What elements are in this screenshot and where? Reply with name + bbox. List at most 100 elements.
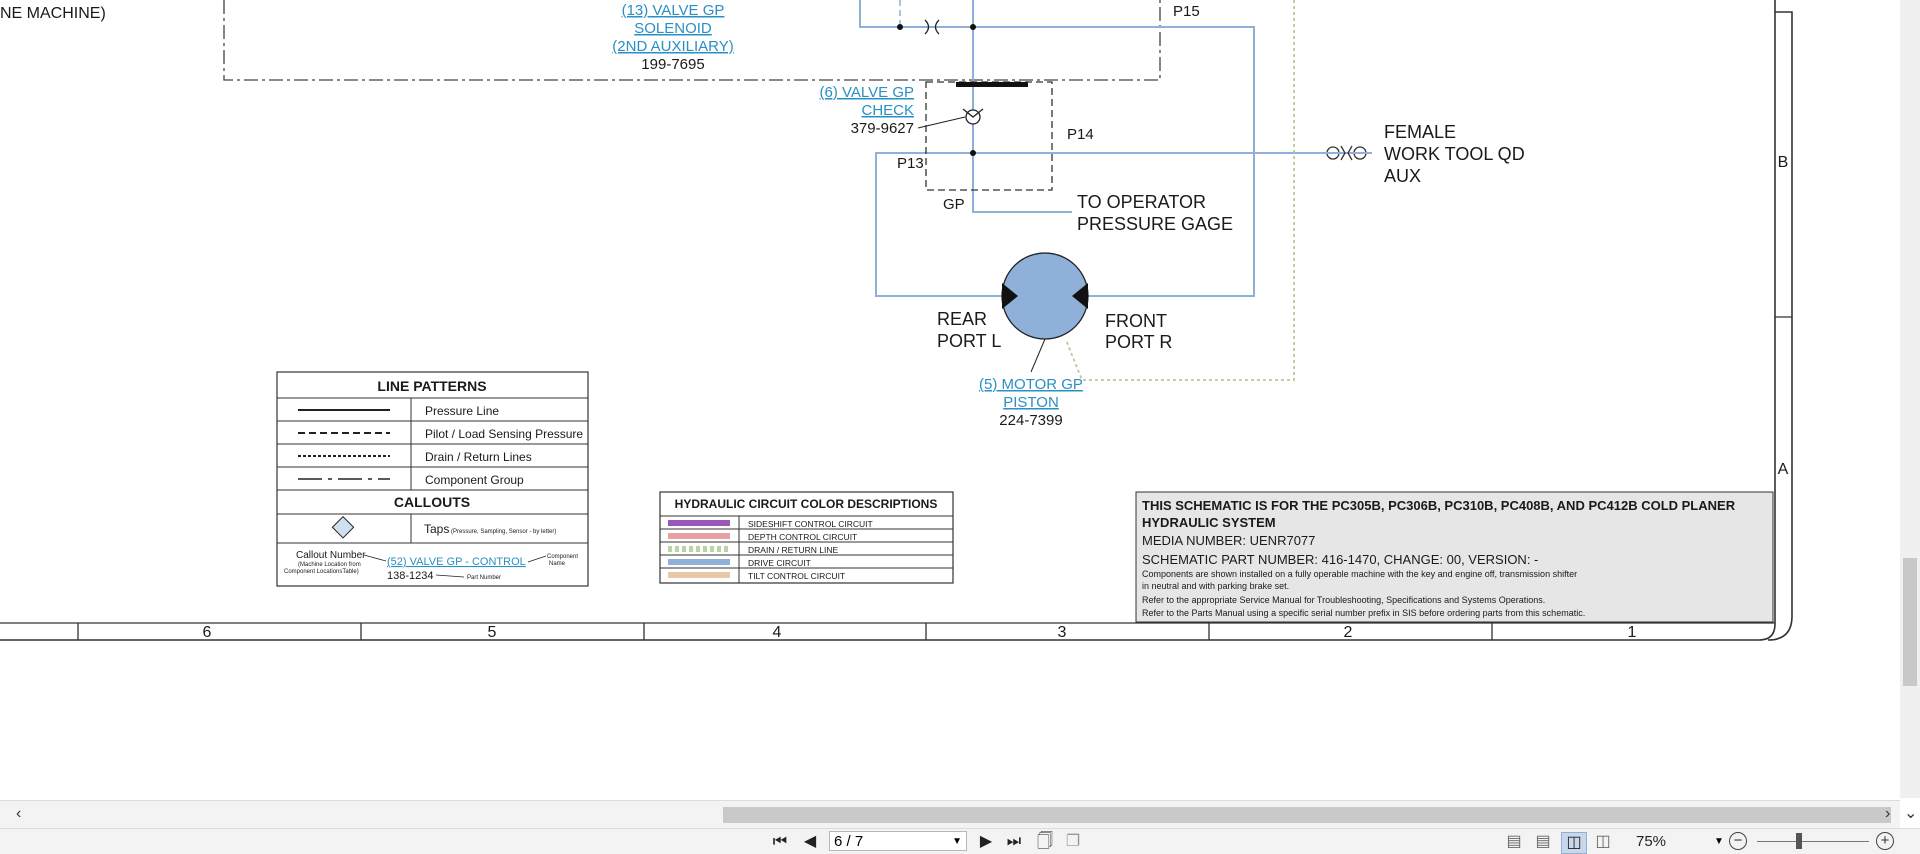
valve-check-part-number: 379-9627 [851,120,914,137]
first-page-icon[interactable]: ⏮ [770,832,790,852]
zone-letter-b: B [1778,154,1789,171]
copy-page-icon[interactable]: ❐ [1062,832,1084,852]
callout-number-note-2: Component LocationsTable) [284,569,359,575]
taps-label: Taps [424,522,449,536]
zoom-slider[interactable] [1757,841,1869,842]
pattern-component-group: Component Group [425,473,524,487]
check-valve-leader [917,116,966,129]
scroll-right-icon[interactable]: › [1885,806,1890,822]
previous-page-icon[interactable]: ◀ [800,832,820,852]
title-note-3: Refer to the appropriate Service Manual … [1142,595,1545,605]
page-number-field[interactable]: 6 / 7 ▼ [829,831,967,851]
two-page-view-icon[interactable]: ◫ [1561,832,1587,854]
vertical-scrollbar[interactable] [1900,0,1920,798]
motor-piston-link-2[interactable]: PISTON [1003,394,1059,411]
motor-piston-part-number: 224-7399 [999,412,1062,429]
callout-number-label: Callout Number [296,550,366,561]
last-page-icon[interactable]: ⏭ [1004,832,1024,852]
part-number-note: Part Number [467,575,501,581]
grid-number-6: 6 [203,624,212,641]
junction-dot [897,24,903,30]
front-port-label-2: PORT R [1105,332,1172,352]
line-patterns-title: LINE PATTERNS [377,378,486,394]
color-row-drive: DRIVE CIRCUIT [748,558,811,568]
port-p13: P13 [897,155,924,172]
horizontal-scroll-thumb[interactable] [723,807,1891,823]
swatch-sideshift [668,520,730,526]
drain-return-line [1065,0,1295,381]
female-qd-label-1: FEMALE [1384,122,1456,142]
grid-number-4: 4 [773,624,782,641]
port-gp: GP [943,196,965,213]
valve-block-top [956,82,1028,87]
save-page-icon[interactable]: 🗍 [1034,832,1056,852]
title-note-1: Components are shown installed on a full… [1142,569,1577,579]
valve-solenoid-link-1[interactable]: (13) VALVE GP [622,2,725,19]
rear-port-label-2: PORT L [937,331,1001,351]
rear-port-label-1: REAR [937,309,987,329]
female-qd-label-3: AUX [1384,166,1421,186]
piston-motor-icon [1001,252,1089,340]
color-row-depth: DEPTH CONTROL CIRCUIT [748,532,857,542]
color-row-tilt: TILT CONTROL CIRCUIT [748,571,845,581]
zone-letter-a: A [1778,461,1789,478]
zoom-slider-handle[interactable] [1796,833,1802,849]
grid-number-3: 3 [1058,624,1067,641]
next-page-icon[interactable]: ▶ [976,832,996,852]
title-note-4: Refer to the Parts Manual using a specif… [1142,608,1585,618]
valve-solenoid-part-number: 199-7695 [641,56,704,73]
pattern-pressure-line: Pressure Line [425,404,499,418]
pattern-pilot-line: Pilot / Load Sensing Pressure [425,427,583,441]
grid-number-2: 2 [1344,624,1353,641]
component-name-note-1: Component [547,554,578,560]
zoom-level[interactable]: 75% [1636,832,1666,852]
page-indicator: 6 / 7 [834,833,864,850]
color-row-drain: DRAIN / RETURN LINE [748,545,839,555]
example-callout-link[interactable]: (52) VALVE GP - CONTROL [387,556,526,568]
zoom-dropdown-icon[interactable]: ▼ [1714,832,1724,852]
title-block-heading: THIS SCHEMATIC IS FOR THE PC305B, PC306B… [1142,498,1736,513]
component-name-note-2: Name [549,561,566,567]
operator-gage-label-1: TO OPERATOR [1077,192,1206,212]
female-qd-label-2: WORK TOOL QD [1384,144,1525,164]
swatch-depth [668,533,730,539]
grid-dividers [77,623,1493,640]
callouts-title: CALLOUTS [394,494,470,510]
single-page-view-icon[interactable]: ▤ [1504,832,1524,852]
front-port-label-1: FRONT [1105,311,1167,331]
chevron-down-icon[interactable]: ▼ [952,832,962,852]
valve-solenoid-link-2[interactable]: SOLENOID [634,20,712,37]
motor-leader [1030,338,1046,373]
scroll-left-icon[interactable]: ‹ [16,806,21,822]
top-left-label: NE MACHINE) [0,5,106,22]
viewer-toolbar: ⏮ ◀ 6 / 7 ▼ ▶ ⏭ 🗍 ❐ ▤ ▤ ◫ ◫ 75% ▼ − + [0,828,1920,854]
motor-piston-link-1[interactable]: (5) MOTOR GP [979,376,1083,393]
schematic-part-number: SCHEMATIC PART NUMBER: 416-1470, CHANGE:… [1142,552,1538,567]
document-viewport[interactable]: NE MACHINE) (13) VALVE GP SOLENOID (2ND … [0,0,1900,798]
swatch-tilt [668,572,730,578]
port-p14: P14 [1067,126,1094,143]
two-page-continuous-icon[interactable]: ◫ [1592,832,1614,852]
operator-gage-label-2: PRESSURE GAGE [1077,214,1233,234]
horizontal-scrollbar[interactable]: ‹ › ⌄ [0,800,1917,829]
color-row-sideshift: SIDESHIFT CONTROL CIRCUIT [748,519,873,529]
quick-disconnect-icon [1325,145,1372,161]
junction-dot [970,24,976,30]
vertical-scroll-thumb[interactable] [1903,558,1917,686]
zoom-out-icon[interactable]: − [1729,832,1747,850]
continuous-view-icon[interactable]: ▤ [1533,832,1553,852]
valve-solenoid-link-3[interactable]: (2ND AUXILIARY) [612,38,733,55]
grid-number-1: 1 [1628,624,1637,641]
taps-note: (Pressure, Sampling, Sensor - by letter) [451,529,556,535]
callout-number-note-1: (Machine Location from [298,562,361,568]
scroll-down-icon[interactable]: ⌄ [1904,806,1917,822]
grid-number-5: 5 [488,624,497,641]
hydraulic-schematic: NE MACHINE) (13) VALVE GP SOLENOID (2ND … [0,0,1793,641]
color-descriptions-title: HYDRAULIC CIRCUIT COLOR DESCRIPTIONS [675,497,938,511]
pattern-drain-line: Drain / Return Lines [425,450,532,464]
valve-check-link-1[interactable]: (6) VALVE GP [820,84,914,101]
zoom-in-icon[interactable]: + [1876,832,1894,850]
valve-check-link-2[interactable]: CHECK [861,102,914,119]
media-number: MEDIA NUMBER: UENR7077 [1142,533,1315,548]
example-part-number: 138-1234 [387,570,434,582]
